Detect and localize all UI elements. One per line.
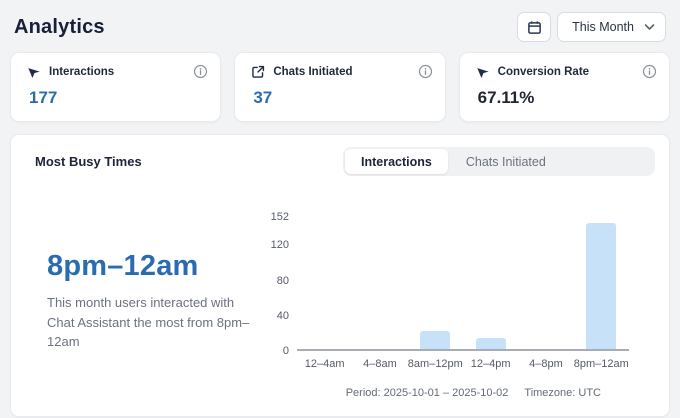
- bar-slot: [297, 210, 352, 349]
- bar-slot: [408, 210, 463, 349]
- cursor-arrow-icon: [476, 65, 490, 79]
- x-tick-label: 8pm–12am: [574, 358, 629, 370]
- chevron-down-icon: [644, 23, 655, 31]
- stat-card-value: 177: [29, 88, 206, 108]
- busy-times-content: 8pm–12am This month users interacted wit…: [25, 184, 655, 399]
- tab-interactions[interactable]: Interactions: [345, 149, 448, 174]
- top-controls: This Month: [517, 12, 666, 42]
- chart-area: 04080120152: [263, 210, 629, 351]
- stat-card-label: Chats Initiated: [273, 66, 352, 78]
- x-axis: 12–4am4–8am8am–12pm12–4pm4–8pm8pm–12am: [297, 358, 629, 370]
- bar-slot: [463, 210, 518, 349]
- bar[interactable]: [586, 223, 616, 349]
- stats-row: Interactions 177: [10, 52, 670, 122]
- most-busy-times-header: Most Busy Times Interactions Chats Initi…: [25, 147, 655, 176]
- period-text: Period: 2025-10-01 – 2025-10-02: [346, 387, 509, 399]
- stat-card-label: Conversion Rate: [498, 66, 589, 78]
- info-icon[interactable]: [418, 64, 433, 79]
- period-select-value: This Month: [572, 20, 634, 34]
- calendar-button[interactable]: [517, 12, 551, 42]
- stat-card-head: Conversion Rate: [476, 65, 655, 79]
- x-tick-label: 4–8am: [352, 358, 407, 370]
- x-tick-label: 12–4pm: [463, 358, 518, 370]
- chart-footer: Period: 2025-10-01 – 2025-10-02 Timezone…: [263, 387, 629, 399]
- bar-slot: [574, 210, 629, 349]
- stat-card-conversion-rate: Conversion Rate 67.11%: [459, 52, 670, 122]
- bar-slot: [518, 210, 573, 349]
- bar-slot: [352, 210, 407, 349]
- stat-card-value: 37: [253, 88, 430, 108]
- bar[interactable]: [420, 331, 450, 349]
- period-select[interactable]: This Month: [557, 12, 666, 42]
- most-busy-times-card: Most Busy Times Interactions Chats Initi…: [10, 134, 670, 417]
- stat-card-label: Interactions: [49, 66, 114, 78]
- y-tick-label: 0: [283, 345, 289, 357]
- busiest-time-description: This month users interacted with Chat As…: [47, 293, 253, 352]
- x-tick-label: 12–4am: [297, 358, 352, 370]
- stat-card-interactions: Interactions 177: [10, 52, 221, 122]
- y-tick-label: 80: [277, 275, 289, 287]
- info-icon[interactable]: [193, 64, 208, 79]
- x-tick-label: 8am–12pm: [408, 358, 463, 370]
- y-tick-label: 152: [271, 211, 289, 223]
- page-title: Analytics: [14, 16, 105, 39]
- stat-card-value: 67.11%: [478, 88, 655, 108]
- bar[interactable]: [476, 338, 506, 349]
- highlight-block: 8pm–12am This month users interacted wit…: [25, 250, 263, 399]
- bar-chart: 0 40 80 120 152 12–4am4–8am8am–12pm12–4pm4–8…: [263, 210, 655, 399]
- tab-chats-initiated[interactable]: Chats Initiated: [450, 149, 562, 174]
- busiest-time-range: 8pm–12am: [47, 250, 263, 283]
- stat-card-chats-initiated: Chats Initiated 37: [234, 52, 445, 122]
- x-tick-label: 4–8pm: [518, 358, 573, 370]
- stat-card-head: Interactions: [27, 65, 206, 79]
- section-title: Most Busy Times: [25, 154, 142, 169]
- y-tick-label: 40: [277, 310, 289, 322]
- tab-group: Interactions Chats Initiated: [343, 147, 655, 176]
- info-icon[interactable]: [642, 64, 657, 79]
- chart-plot: [297, 210, 629, 351]
- stat-card-head: Chats Initiated: [251, 65, 430, 79]
- topbar: Analytics This Month: [10, 10, 670, 52]
- calendar-icon: [527, 20, 542, 35]
- cursor-arrow-icon: [27, 65, 41, 79]
- y-axis: 04080120152: [263, 210, 297, 351]
- analytics-page: Analytics This Month: [0, 0, 680, 418]
- y-tick-label: 120: [271, 239, 289, 251]
- chat-initiated-icon: [251, 65, 265, 79]
- timezone-text: Timezone: UTC: [524, 387, 601, 399]
